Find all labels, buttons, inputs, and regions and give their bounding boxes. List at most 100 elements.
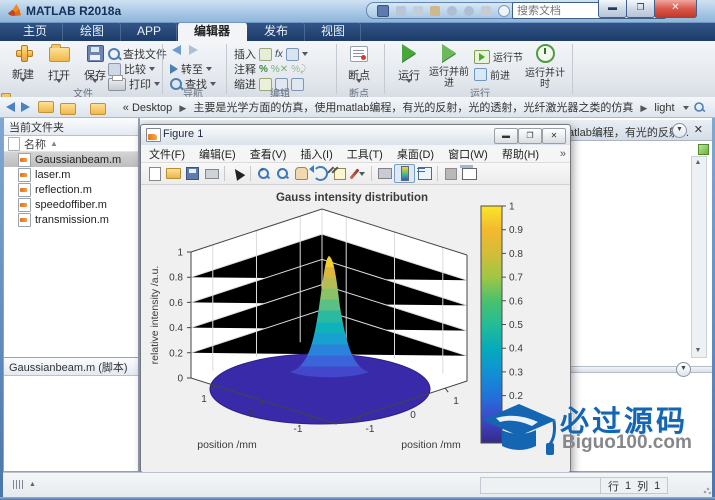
insert-row[interactable]: 插入fx [234,46,308,62]
svg-text:0.3: 0.3 [509,367,523,378]
editor-tab-close-icon[interactable]: ✕ [694,123,703,136]
hide-plot-tools-button[interactable] [441,165,460,182]
editor-tab-menu-icon[interactable]: ▼ [672,123,687,138]
qat-paste-icon[interactable] [430,6,440,16]
editor-scrollbar[interactable]: ▲ ▼ [691,156,707,358]
menu-view[interactable]: 查看(V) [250,146,287,162]
fig-open-button[interactable] [164,165,183,182]
figure-title-bar[interactable]: Figure 1 ▬ ❐ ✕ [141,125,570,146]
nav-back-icon[interactable] [6,102,15,112]
browse-folder-icon[interactable] [60,103,76,115]
maximize-button[interactable]: ❐ [626,0,655,18]
menu-edit[interactable]: 编辑(E) [199,146,236,162]
run-time-button[interactable]: 运行并计时 [524,44,566,90]
tab-publish[interactable]: 发布 [248,22,305,41]
zoom-out-button[interactable]: - [273,165,292,182]
comment-row[interactable]: 注释%%✕%⤸ [234,61,306,77]
data-cursor-button[interactable] [330,165,349,182]
close-button[interactable]: ✕ [654,0,697,18]
tab-editor[interactable]: 编辑器 [178,22,247,41]
fig-new-button[interactable] [145,165,164,182]
breadcrumb-current[interactable]: light [654,102,674,114]
resize-grip[interactable] [703,486,711,494]
menu-tools[interactable]: 工具(T) [347,146,383,162]
file-row-transmission[interactable]: transmission.m [4,212,138,227]
figure-close-button[interactable]: ✕ [542,128,566,144]
colorbar-icon [401,166,409,181]
rotate3d-button[interactable] [311,165,330,182]
tab-home[interactable]: 主页 [8,22,63,41]
qat-print-icon[interactable] [481,6,491,16]
insert-legend-button[interactable] [415,165,434,182]
forward-icon[interactable] [189,45,198,55]
address-dropdown-icon[interactable] [683,106,689,110]
svg-text:0.6: 0.6 [169,298,183,309]
back-icon[interactable] [172,45,181,55]
show-plot-tools-button[interactable] [460,165,479,182]
find-files-button[interactable]: 查找文件 [108,46,167,62]
menu-help[interactable]: 帮助(H) [502,146,539,162]
goto-button[interactable]: 转至 [170,61,212,77]
row-label: 行 [608,478,619,494]
edit-plot-button[interactable] [228,165,247,182]
file-details-header[interactable]: Gaussianbeam.m (脚本) [4,358,138,376]
insert-section-icon[interactable] [259,48,272,61]
tab-view[interactable]: 视图 [306,22,361,41]
run-icon [402,44,416,62]
qat-help-icon[interactable] [498,5,510,17]
ribbon-toolbar: 新建 打开 保存 查找文件 比较 打印 文件 转至 查找 导航 插入fx 注释%… [0,41,715,98]
qat-cut-icon[interactable] [396,6,406,16]
menu-window[interactable]: 窗口(W) [448,146,488,162]
nav-forward-icon[interactable] [21,102,30,112]
tab-plots[interactable]: 绘图 [64,22,121,41]
menu-overflow-icon[interactable]: » [560,148,566,160]
fig-print-button[interactable] [202,165,221,182]
file-details-panel: Gaussianbeam.m (脚本) [3,357,139,472]
figure-minimize-button[interactable]: ▬ [494,128,518,144]
wrap-comment-icon[interactable]: %⤸ [291,64,306,75]
file-row-reflection[interactable]: reflection.m [4,182,138,197]
brush-button[interactable] [349,165,368,182]
file-row-gaussianbeam[interactable]: Gaussianbeam.m [4,152,138,167]
breadcrumb-folder[interactable]: 主要是光学方面的仿真，使用matlab编程，有光的反射，光的透射，光纤激光器之类… [193,102,633,114]
zoom-in-button[interactable]: + [254,165,273,182]
insert-fx-icon[interactable]: fx [275,49,283,60]
panel-toggle[interactable]: ▲ [6,477,43,492]
file-row-speedoffiber[interactable]: speedoffiber.m [4,197,138,212]
scroll-down-icon[interactable]: ▼ [694,347,702,355]
name-column-header[interactable]: 名称▲ [4,136,138,152]
scroll-up-icon[interactable]: ▲ [694,159,702,167]
qat-redo-icon[interactable] [464,6,474,16]
link-plot-button[interactable] [375,165,394,182]
current-folder-header[interactable]: 当前文件夹 [4,118,138,136]
address-search-icon[interactable] [694,102,704,112]
run-advance-button[interactable]: 运行并前进 [428,44,470,89]
qat-copy-icon[interactable] [413,6,423,16]
brush-icon [349,168,359,179]
uncomment-icon[interactable]: %✕ [271,64,288,75]
menu-insert[interactable]: 插入(I) [300,146,332,162]
mfile-icon [18,168,31,182]
fig-save-button[interactable] [183,165,202,182]
splitter-collapse-icon[interactable]: ▼ [676,362,691,377]
qat-save-icon[interactable] [377,5,389,17]
advance-button[interactable]: 前进 [474,67,510,82]
breadcrumb[interactable]: « Desktop ▶ 主要是光学方面的仿真，使用matlab编程，有光的反射，… [123,99,675,115]
menu-file[interactable]: 文件(F) [149,146,185,162]
insert-chart-icon[interactable] [286,48,299,61]
figure-maximize-button[interactable]: ❐ [518,128,542,144]
tab-apps[interactable]: APP [122,22,177,41]
breadcrumb-root[interactable]: Desktop [132,102,172,114]
mfile-icon [18,153,31,167]
menu-desktop[interactable]: 桌面(D) [397,146,434,162]
file-row-laser[interactable]: laser.m [4,167,138,182]
run-section-button[interactable]: 运行节 [474,49,523,64]
qat-undo-icon[interactable] [447,6,457,16]
window-title: MATLAB R2018a [26,4,121,18]
up-folder-icon[interactable] [38,101,54,113]
insert-colorbar-button[interactable] [394,164,415,183]
minimize-button[interactable]: ▬ [598,0,627,18]
comment-icon[interactable]: % [259,64,268,75]
editor-tab-title[interactable]: atlab编程，有光的反射... [568,124,689,140]
show-plot-tools-icon [462,168,477,180]
